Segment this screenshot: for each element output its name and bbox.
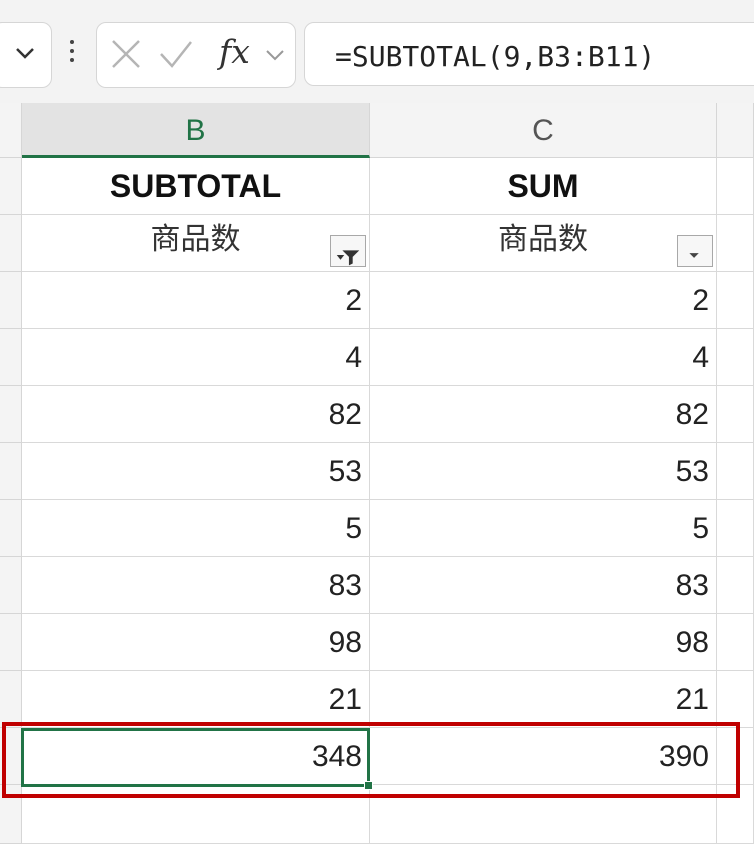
formula-controls: fx bbox=[96, 22, 296, 88]
cell-b-value[interactable]: 2 bbox=[22, 272, 370, 329]
cell-c-label[interactable]: 商品数 bbox=[370, 215, 717, 272]
column-header-d[interactable] bbox=[717, 103, 754, 158]
cell-c-value[interactable]: 98 bbox=[370, 614, 717, 671]
cell-c-header[interactable]: SUM bbox=[370, 158, 717, 215]
cell-b-value[interactable]: 53 bbox=[22, 443, 370, 500]
cell-b-value[interactable]: 5 bbox=[22, 500, 370, 557]
column-label: 商品数 bbox=[498, 223, 588, 256]
cell-empty[interactable] bbox=[717, 158, 754, 215]
column-label: 商品数 bbox=[150, 223, 241, 256]
vertical-ellipsis-icon[interactable] bbox=[66, 40, 78, 68]
cell-c-value[interactable]: 21 bbox=[370, 671, 717, 728]
chevron-down-icon[interactable] bbox=[14, 42, 36, 64]
row-header[interactable] bbox=[0, 215, 22, 272]
cell-b-value[interactable]: 4 bbox=[22, 329, 370, 386]
cell-c-value[interactable]: 2 bbox=[370, 272, 717, 329]
cell-c-value[interactable]: 53 bbox=[370, 443, 717, 500]
cell-b-label[interactable]: 商品数 bbox=[22, 215, 370, 272]
cell-b-header[interactable]: SUBTOTAL bbox=[22, 158, 370, 215]
row-header[interactable] bbox=[0, 443, 22, 500]
x-icon[interactable] bbox=[111, 39, 141, 69]
cell-b-value[interactable]: 82 bbox=[22, 386, 370, 443]
filter-dropdown-button[interactable] bbox=[677, 235, 713, 267]
cell-empty[interactable] bbox=[717, 443, 754, 500]
select-all-corner[interactable] bbox=[0, 103, 22, 158]
row-header[interactable] bbox=[0, 329, 22, 386]
row-header[interactable] bbox=[0, 500, 22, 557]
filter-active-button[interactable] bbox=[330, 235, 366, 267]
dropdown-arrow-icon bbox=[689, 253, 699, 258]
cell-empty[interactable] bbox=[717, 557, 754, 614]
filter-applied-icon bbox=[336, 250, 360, 266]
cell-empty[interactable] bbox=[717, 500, 754, 557]
row-header[interactable] bbox=[0, 557, 22, 614]
cell-empty[interactable] bbox=[717, 386, 754, 443]
cell-empty[interactable] bbox=[717, 329, 754, 386]
cell-c-value[interactable]: 4 bbox=[370, 329, 717, 386]
column-header-b[interactable]: B bbox=[22, 103, 370, 158]
row-header[interactable] bbox=[0, 671, 22, 728]
cell-b-value[interactable]: 83 bbox=[22, 557, 370, 614]
cell-empty[interactable] bbox=[717, 614, 754, 671]
spreadsheet-grid: B C SUBTOTAL SUM 商品数 商品数 2 2 4 4 82 82 5… bbox=[0, 103, 754, 844]
chevron-down-icon[interactable] bbox=[265, 45, 285, 65]
formula-input[interactable]: =SUBTOTAL(9,B3:B11) bbox=[304, 22, 754, 86]
row-header[interactable] bbox=[0, 158, 22, 215]
column-header-c[interactable]: C bbox=[370, 103, 717, 158]
cell-c-value[interactable]: 83 bbox=[370, 557, 717, 614]
row-header[interactable] bbox=[0, 614, 22, 671]
cell-c-value[interactable]: 5 bbox=[370, 500, 717, 557]
cell-b-value[interactable]: 21 bbox=[22, 671, 370, 728]
cell-b-value[interactable]: 98 bbox=[22, 614, 370, 671]
cell-empty[interactable] bbox=[717, 671, 754, 728]
insert-function-icon[interactable]: fx bbox=[219, 32, 259, 72]
checkmark-icon[interactable] bbox=[159, 39, 193, 69]
highlight-annotation-box bbox=[2, 722, 740, 798]
formula-bar: fx =SUBTOTAL(9,B3:B11) bbox=[0, 0, 754, 103]
cell-c-value[interactable]: 82 bbox=[370, 386, 717, 443]
cell-empty[interactable] bbox=[717, 272, 754, 329]
row-header[interactable] bbox=[0, 386, 22, 443]
cell-empty[interactable] bbox=[717, 215, 754, 272]
row-header[interactable] bbox=[0, 272, 22, 329]
